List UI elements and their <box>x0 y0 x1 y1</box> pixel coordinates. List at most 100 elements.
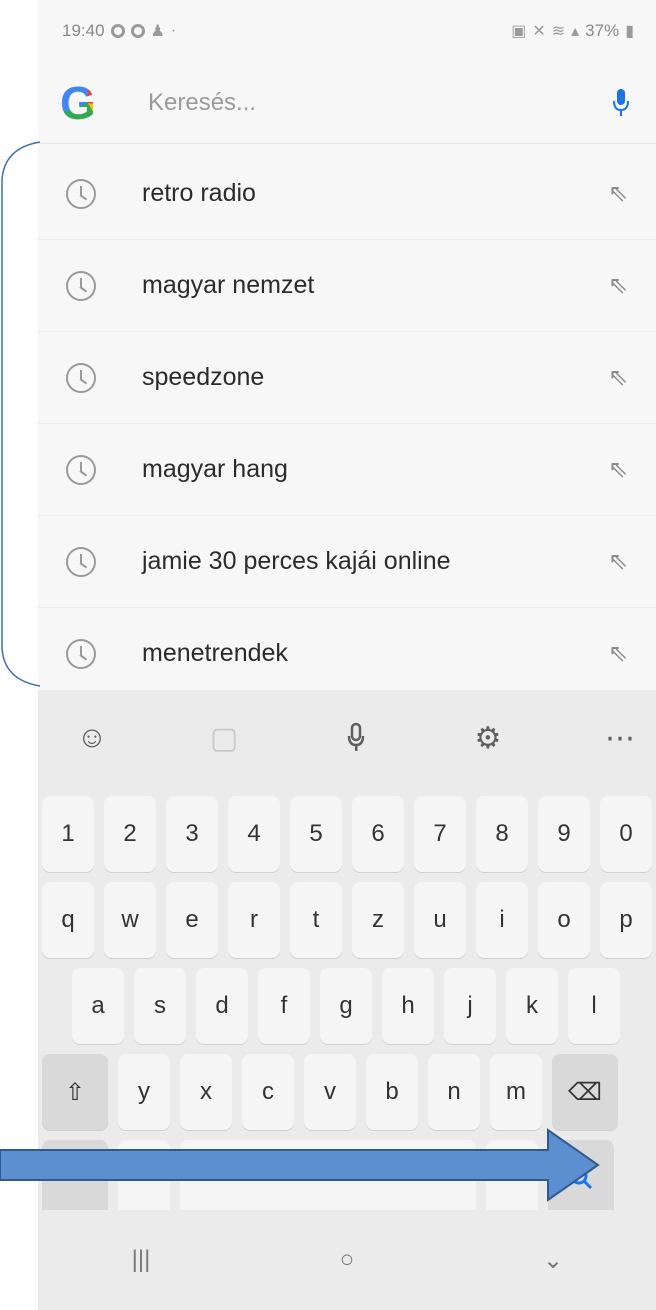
key[interactable]: e <box>166 882 218 958</box>
key[interactable]: 9 <box>538 796 590 872</box>
notification-dot-icon <box>130 24 145 38</box>
key[interactable]: 1 <box>42 796 94 872</box>
phone-screen: 19:40 ♟ · ▣ ✕ ≋ ▴ 37% ▮ G Keresés... ret… <box>38 0 656 1310</box>
search-input[interactable] <box>148 88 606 117</box>
suggestion-text: jamie 30 perces kajái online <box>142 547 451 575</box>
suggestion-item[interactable]: magyar hang ⇖ <box>38 424 656 516</box>
keyboard-row-bottom: ⇧ y x c v b n m ⌫ <box>38 1054 656 1130</box>
key[interactable]: m <box>490 1054 542 1130</box>
keyboard-row-home: a s d f g h j k l <box>38 968 656 1044</box>
history-clock-icon <box>66 270 96 301</box>
battery-icon: ▮ <box>625 23 634 40</box>
key[interactable]: p <box>600 882 652 958</box>
navigation-bar: ||| ○ ⌄ <box>38 1210 656 1310</box>
recents-icon[interactable]: ||| <box>111 1230 171 1290</box>
suggestion-text: speedzone <box>142 363 265 391</box>
key[interactable]: 6 <box>352 796 404 872</box>
shift-key[interactable]: ⇧ <box>42 1054 108 1130</box>
key[interactable]: f <box>258 968 310 1044</box>
voice-search-button[interactable] <box>606 81 636 125</box>
backspace-icon: ⌫ <box>568 1078 602 1106</box>
key[interactable]: a <box>72 968 124 1044</box>
key[interactable]: o <box>538 882 590 958</box>
suggestion-item[interactable]: speedzone ⇖ <box>38 332 656 424</box>
suggestion-list: retro radio ⇖ magyar nemzet ⇖ speedzone … <box>38 148 656 700</box>
key[interactable]: v <box>304 1054 356 1130</box>
dot-icon: · <box>170 22 177 39</box>
comma-key[interactable] <box>118 1140 170 1216</box>
keyboard-row-function <box>38 1140 656 1216</box>
bell-icon: ♟ <box>150 23 165 40</box>
symbols-key[interactable] <box>42 1140 108 1216</box>
arrow-up-left-icon[interactable]: ⇖ <box>606 271 630 300</box>
key[interactable]: t <box>290 882 342 958</box>
suggestion-item[interactable]: jamie 30 perces kajái online ⇖ <box>38 516 656 608</box>
backspace-key[interactable]: ⌫ <box>552 1054 618 1130</box>
key[interactable]: 4 <box>228 796 280 872</box>
arrow-up-left-icon[interactable]: ⇖ <box>606 455 630 484</box>
key[interactable]: s <box>134 968 186 1044</box>
status-bar: 19:40 ♟ · ▣ ✕ ≋ ▴ 37% ▮ <box>38 0 656 62</box>
key[interactable]: j <box>444 968 496 1044</box>
key[interactable]: 5 <box>290 796 342 872</box>
search-key[interactable] <box>548 1140 614 1216</box>
suggestion-text: magyar nemzet <box>142 271 315 299</box>
search-icon <box>570 1167 593 1190</box>
key[interactable]: b <box>366 1054 418 1130</box>
emoji-icon[interactable]: ☺ <box>66 712 118 764</box>
key[interactable]: n <box>428 1054 480 1130</box>
key[interactable]: g <box>320 968 372 1044</box>
arrow-up-left-icon[interactable]: ⇖ <box>606 179 630 208</box>
arrow-up-left-icon[interactable]: ⇖ <box>606 639 630 668</box>
suggestion-item[interactable]: retro radio ⇖ <box>38 148 656 240</box>
history-clock-icon <box>66 454 96 485</box>
key[interactable]: 8 <box>476 796 528 872</box>
key[interactable]: y <box>118 1054 170 1130</box>
back-icon[interactable]: ⌄ <box>523 1230 583 1290</box>
space-key[interactable] <box>180 1140 476 1216</box>
mic-icon[interactable] <box>330 712 382 764</box>
annotation-bracket <box>1 141 40 687</box>
more-icon[interactable]: ⋯ <box>594 712 646 764</box>
key[interactable]: d <box>196 968 248 1044</box>
keyboard-mic-glyph <box>347 722 365 751</box>
key[interactable]: 2 <box>104 796 156 872</box>
key[interactable]: k <box>506 968 558 1044</box>
settings-icon[interactable]: ⚙ <box>462 712 514 764</box>
period-key[interactable] <box>486 1140 538 1216</box>
key[interactable]: x <box>180 1054 232 1130</box>
google-logo: G <box>60 80 116 126</box>
signal-icon: ▴ <box>571 23 580 40</box>
status-time: 19:40 <box>62 21 105 40</box>
key[interactable]: q <box>42 882 94 958</box>
suggestion-text: magyar hang <box>142 455 288 483</box>
history-clock-icon <box>66 178 96 209</box>
keyboard-row-top: q w e r t z u i o p <box>38 882 656 958</box>
key[interactable]: 7 <box>414 796 466 872</box>
wifi-icon: ≋ <box>551 23 566 40</box>
home-icon[interactable]: ○ <box>317 1230 377 1290</box>
key[interactable]: l <box>568 968 620 1044</box>
sticker-icon[interactable]: ▢ <box>198 712 250 764</box>
keyboard-toolbar: ☺ ▢ ⚙ ⋯ <box>38 690 656 786</box>
arrow-up-left-icon[interactable]: ⇖ <box>606 363 630 392</box>
key[interactable]: w <box>104 882 156 958</box>
key[interactable]: r <box>228 882 280 958</box>
suggestion-item[interactable]: menetrendek ⇖ <box>38 608 656 700</box>
on-screen-keyboard: ☺ ▢ ⚙ ⋯ 1 2 3 4 5 6 7 8 9 0 q w e r t z … <box>38 690 656 1310</box>
status-right: ▣ ✕ ≋ ▴ 37% ▮ <box>511 21 634 41</box>
key[interactable]: 0 <box>600 796 652 872</box>
key[interactable]: i <box>476 882 528 958</box>
key[interactable]: h <box>382 968 434 1044</box>
key[interactable]: z <box>352 882 404 958</box>
arrow-up-left-icon[interactable]: ⇖ <box>606 547 630 576</box>
key[interactable]: c <box>242 1054 294 1130</box>
suggestion-item[interactable]: magyar nemzet ⇖ <box>38 240 656 332</box>
suggestion-text: menetrendek <box>142 639 288 667</box>
suggestion-text: retro radio <box>142 179 256 207</box>
notification-dot-icon <box>110 24 125 38</box>
history-clock-icon <box>66 638 96 669</box>
key[interactable]: u <box>414 882 466 958</box>
search-bar: G <box>38 62 656 144</box>
key[interactable]: 3 <box>166 796 218 872</box>
